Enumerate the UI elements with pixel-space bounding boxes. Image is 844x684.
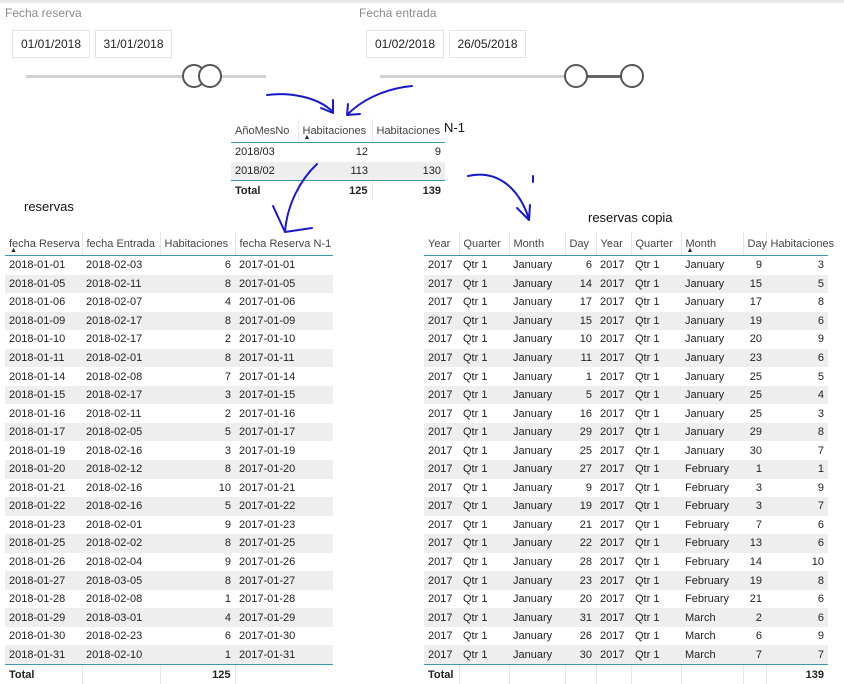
arrowhead [272,205,313,233]
arrow-annotation [467,173,530,220]
annotation-arrows [266,85,534,233]
arrow-annotation [347,85,413,115]
arrow-annotation [284,163,318,233]
